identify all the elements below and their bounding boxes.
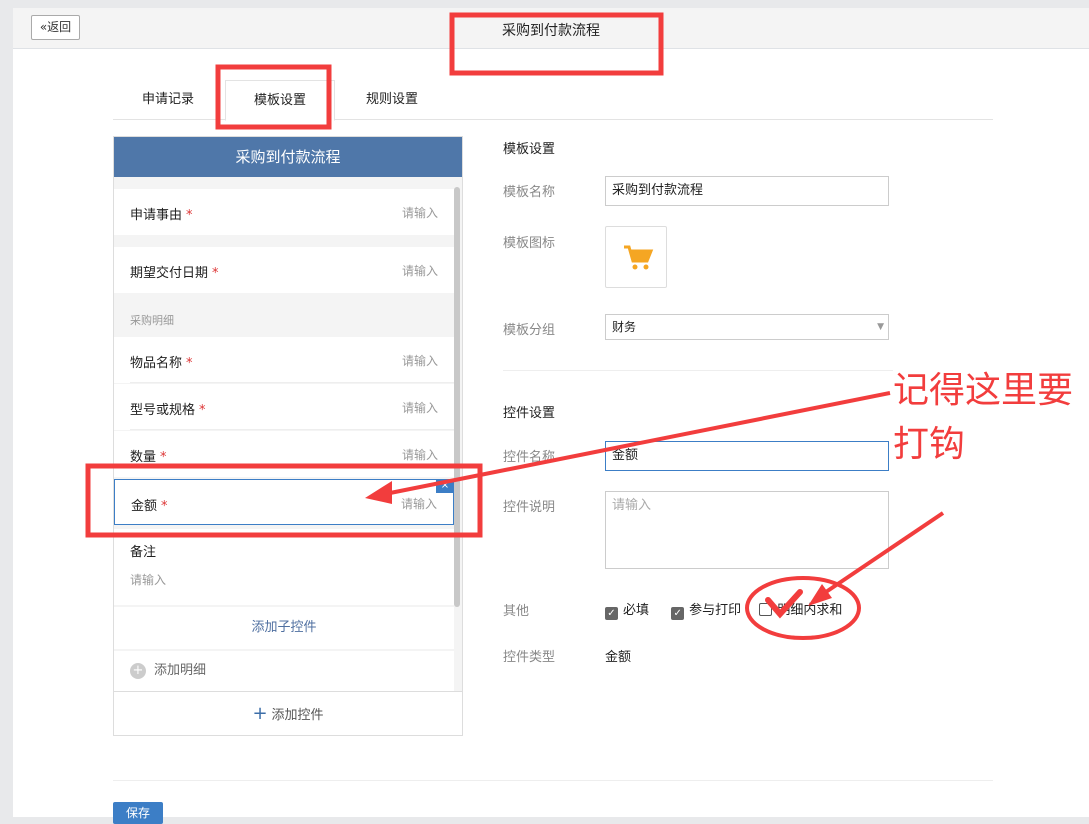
options-group: ✓ 必填 ✓ 参与打印 明细内求和 [605,599,842,620]
cart-icon [624,245,654,270]
divider [113,780,993,781]
field-delivery-date[interactable]: 期望交付日期 * 请输入 [114,247,454,293]
add-child-control-button[interactable]: 添加子控件 [114,607,454,649]
preview-title: 采购到付款流程 [114,137,462,177]
add-control-button[interactable]: + 添加控件 [114,691,462,735]
checkbox-checked-icon: ✓ [605,607,618,620]
field-label: 数量 [130,450,157,465]
required-mark: * [199,403,206,418]
required-mark: * [161,499,168,514]
required-mark: * [212,266,219,281]
control-desc-label: 控件说明 [503,500,556,515]
add-detail-label: 添加明细 [154,663,207,678]
print-checkbox[interactable]: ✓ 参与打印 [671,603,742,620]
field-item-name[interactable]: 物品名称 * 请输入 [114,337,454,383]
checkbox-unchecked-icon [759,603,773,616]
dropdown-arrow-icon: ▼ [877,322,884,332]
field-label: 型号或规格 [130,403,196,418]
template-icon-picker[interactable] [605,226,667,288]
control-desc-textarea[interactable]: 请输入 [605,491,889,569]
field-placeholder: 请输入 [401,448,438,462]
field-placeholder: 请输入 [400,497,437,511]
checkbox-checked-icon: ✓ [671,607,685,620]
sum-in-detail-checkbox[interactable]: 明细内求和 [759,603,842,618]
control-settings-heading: 控件设置 [503,406,556,421]
required-mark: * [186,208,193,223]
field-placeholder: 请输入 [130,573,167,587]
field-amount-selected[interactable]: 金额 * 请输入 × [114,479,454,525]
selected-value: 财务 [612,320,637,334]
control-name-label: 控件名称 [503,450,556,465]
field-label: 物品名称 [130,356,183,371]
required-mark: * [160,450,167,465]
remove-field-button[interactable]: × [436,479,454,493]
option-label: 参与打印 [689,603,742,618]
field-remark[interactable]: 备注 请输入 [114,529,454,605]
divider [503,370,893,371]
field-label: 金额 [131,499,158,514]
template-name-input[interactable]: 采购到付款流程 [605,176,889,206]
template-name-label: 模板名称 [503,185,556,200]
field-placeholder: 请输入 [401,354,438,368]
field-label: 申请事由 [130,208,183,223]
add-control-label: 添加控件 [271,708,324,723]
template-group-select[interactable]: 财务 ▼ [605,314,889,340]
control-type-value: 金额 [605,650,632,665]
option-label: 明细内求和 [777,603,843,618]
template-icon-label: 模板图标 [503,236,556,251]
option-label: 必填 [623,603,650,618]
add-detail-button[interactable]: + 添加明细 [114,651,454,691]
field-model[interactable]: 型号或规格 * 请输入 [114,384,454,430]
field-label: 期望交付日期 [130,266,209,281]
plus-circle-icon: + [130,663,146,679]
scrollbar[interactable] [454,187,460,607]
tab-records[interactable]: 申请记录 [113,80,223,120]
field-quantity[interactable]: 数量 * 请输入 [114,431,454,477]
tab-bar: 申请记录 模板设置 规则设置 [113,80,993,121]
field-placeholder: 请输入 [401,206,438,220]
required-checkbox[interactable]: ✓ 必填 [605,603,650,620]
tab-template-settings[interactable]: 模板设置 [225,80,335,121]
control-type-label: 控件类型 [503,650,556,665]
annotation-text: 记得这里要打钩 [893,370,1074,465]
tab-rule-settings[interactable]: 规则设置 [337,80,447,120]
top-bar: «返回 采购到付款流程 [13,8,1089,49]
required-mark: * [186,356,193,371]
field-reason[interactable]: 申请事由 * 请输入 [114,189,454,235]
save-button[interactable]: 保存 [113,802,163,824]
other-label: 其他 [503,604,530,619]
page-title: 采购到付款流程 [502,23,600,39]
field-placeholder: 请输入 [401,401,438,415]
control-name-input[interactable]: 金额 [605,441,889,471]
template-settings-heading: 模板设置 [503,142,556,157]
plus-icon: + [252,703,268,724]
field-placeholder: 请输入 [401,264,438,278]
template-group-label: 模板分组 [503,323,556,338]
form-preview: 采购到付款流程 申请事由 * 请输入 期望交付日期 * 请输入 采购明细 物品名称 * 请输… [113,136,463,736]
field-label: 备注 [130,545,157,560]
section-label: 采购明细 [130,314,174,327]
